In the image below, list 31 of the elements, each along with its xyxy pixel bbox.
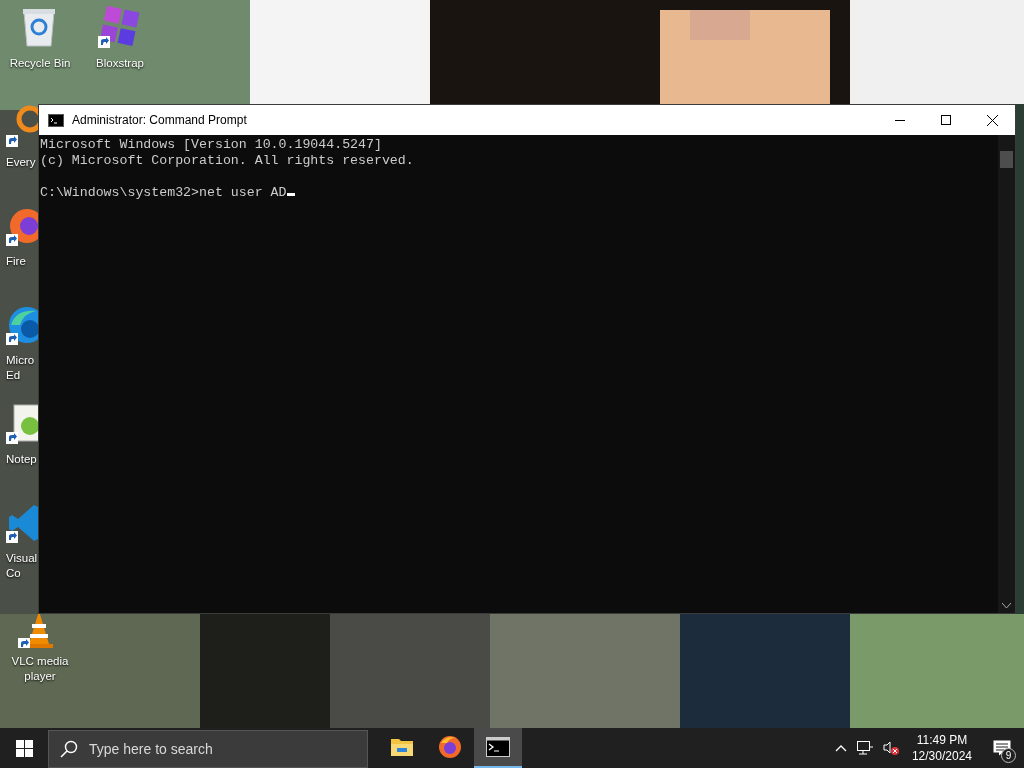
- terminal-icon: [48, 113, 64, 127]
- search-icon: [60, 740, 78, 758]
- icon-label: Micro Ed: [6, 353, 35, 383]
- search-field[interactable]: Type here to search: [48, 730, 368, 768]
- notifications-button[interactable]: 9: [980, 728, 1024, 768]
- icon-label: Visual Co: [6, 551, 38, 581]
- folder-icon: [390, 736, 414, 758]
- close-icon: [986, 114, 998, 126]
- icon-label: Bloxstrap: [96, 56, 144, 71]
- scroll-down-icon[interactable]: [1002, 603, 1011, 609]
- scrollbar[interactable]: [998, 135, 1015, 613]
- bloxstrap-icon[interactable]: [98, 6, 142, 50]
- firefox-icon: [438, 735, 462, 759]
- scroll-thumb[interactable]: [1000, 151, 1013, 168]
- clock[interactable]: 11:49 PM 12/30/2024: [903, 732, 980, 764]
- maximize-icon: [941, 115, 951, 125]
- console-line: Microsoft Windows [Version 10.0.19044.5247]: [40, 137, 382, 153]
- command-line[interactable]: C:\Windows\system32>net user AD: [40, 185, 287, 201]
- everything-icon[interactable]: [6, 105, 38, 149]
- notification-count: 9: [1001, 748, 1016, 763]
- icon-label: Every: [6, 155, 36, 170]
- window-title: Administrator: Command Prompt: [72, 113, 248, 127]
- icon-label: VLC media player: [11, 654, 69, 684]
- icon-label: Recycle Bin: [9, 56, 71, 71]
- icon-label: Fire: [6, 254, 26, 269]
- icon-label: Notep: [6, 452, 37, 467]
- windows-logo-icon: [15, 739, 33, 757]
- text-cursor: [286, 193, 295, 196]
- taskbar-app[interactable]: [474, 728, 522, 768]
- terminal-icon: [486, 737, 510, 757]
- console-line: (c) Microsoft Corporation. All rights reserved.: [40, 153, 414, 169]
